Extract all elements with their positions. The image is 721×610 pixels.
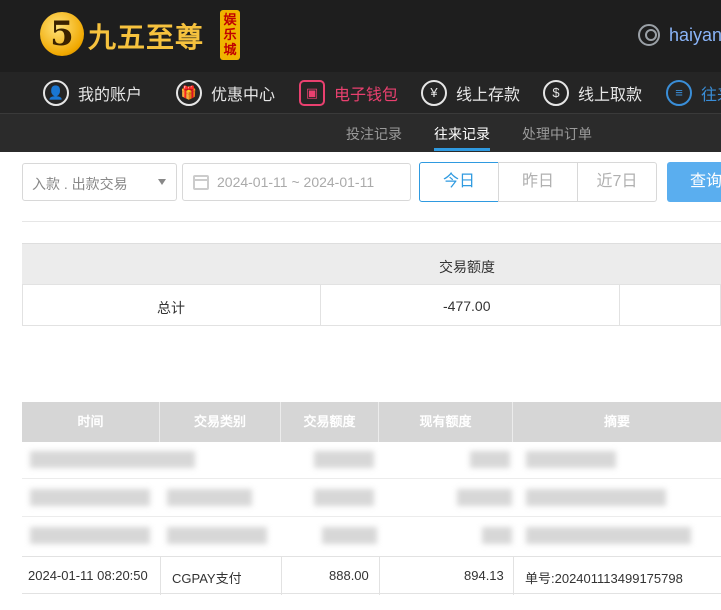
top-bar: 5 九五至尊 娱乐城 haiyan — [0, 0, 721, 72]
date-range-value: 2024-01-11 ~ 2024-01-11 — [217, 174, 375, 190]
wallet-icon: ▣ — [299, 80, 325, 106]
account-icon[interactable] — [638, 24, 660, 46]
cell-amount: 888.00 — [329, 568, 369, 583]
active-tab-indicator — [434, 148, 490, 151]
summary-total-label: 总计 — [157, 300, 185, 316]
nav-deposit[interactable]: ¥ 线上存款 — [421, 78, 520, 108]
table-row: 2024-01-11 08:20:50 CGPAY支付 888.00 894.1… — [22, 556, 721, 595]
nav-label: 优惠中心 — [211, 87, 276, 104]
nav-label: 线上存款 — [456, 87, 521, 104]
row-divider — [22, 478, 721, 479]
sub-nav: 投注记录 往来记录 处理中订单 — [0, 114, 721, 152]
logo-emblem: 5 — [40, 12, 84, 56]
column-header: 摘要 — [603, 414, 630, 429]
column-header: 交易类别 — [160, 402, 281, 442]
cell-divider — [281, 557, 282, 595]
date-range-input[interactable]: 2024-01-11 ~ 2024-01-11 — [182, 163, 411, 201]
nav-label: 电子钱包 — [334, 87, 399, 104]
nav-withdraw[interactable]: $ 线上取款 — [543, 78, 642, 108]
withdraw-icon: $ — [543, 80, 569, 106]
divider — [22, 221, 721, 222]
main-nav: 👤 我的账户 🎁 优惠中心 ▣ 电子钱包 ¥ 线上存款 $ 线上取款 ≡ 往来 — [0, 72, 721, 114]
cell-summary: 单号:202401113499175798 — [525, 571, 683, 586]
cell-time: 2024-01-11 08:20:50 — [28, 568, 148, 583]
nav-wallet[interactable]: ▣ 电子钱包 — [299, 78, 398, 108]
cell-type: CGPAY支付 — [172, 571, 242, 586]
brand-badge: 娱乐城 — [220, 10, 240, 60]
column-header: 现有额度 — [379, 402, 513, 442]
cell-divider — [320, 285, 321, 325]
nav-records[interactable]: ≡ 往来 — [666, 78, 721, 108]
cell-divider — [513, 557, 514, 595]
tab-bet-records[interactable]: 投注记录 — [346, 124, 402, 144]
caret-down-icon — [158, 179, 166, 185]
gift-icon: 🎁 — [176, 80, 202, 106]
tab-transaction-records[interactable]: 往来记录 — [434, 124, 490, 144]
brand-logo[interactable]: 5 九五至尊 娱乐城 — [40, 10, 250, 62]
range-today-button[interactable]: 今日 — [419, 162, 499, 202]
nav-promotions[interactable]: 🎁 优惠中心 — [176, 78, 275, 108]
cell-divider — [379, 557, 380, 595]
range-7days-button[interactable]: 近7日 — [577, 162, 657, 202]
nav-label: 我的账户 — [78, 87, 143, 104]
table-header: 时间 交易类别 交易额度 现有额度 摘要 — [22, 402, 721, 442]
cell-divider — [160, 557, 161, 595]
summary-total-value: -477.00 — [443, 298, 491, 314]
transaction-type-select[interactable]: 入款 . 出款交易 — [22, 163, 177, 201]
nav-my-account[interactable]: 👤 我的账户 — [43, 78, 142, 108]
records-icon: ≡ — [666, 80, 692, 106]
username[interactable]: haiyan — [669, 25, 721, 46]
redacted-row — [22, 518, 721, 554]
tab-pending-orders[interactable]: 处理中订单 — [522, 124, 592, 144]
select-value: 入款 . 出款交易 — [32, 176, 128, 192]
row-divider — [22, 516, 721, 517]
calendar-icon — [193, 175, 209, 190]
summary-header: 交易额度 — [22, 243, 721, 285]
deposit-icon: ¥ — [421, 80, 447, 106]
cell-divider — [619, 285, 620, 325]
redacted-row — [22, 480, 721, 516]
query-button[interactable]: 查询 — [667, 162, 721, 202]
redacted-row — [22, 442, 721, 478]
summary-row: 总计 -477.00 — [22, 284, 721, 326]
range-yesterday-button[interactable]: 昨日 — [498, 162, 578, 202]
cell-balance: 894.13 — [464, 568, 504, 583]
nav-label: 线上取款 — [578, 87, 643, 104]
nav-label: 往来 — [701, 87, 721, 104]
brand-name: 九五至尊 — [88, 21, 205, 54]
column-header: 时间 — [22, 402, 160, 442]
summary-header-label: 交易额度 — [439, 259, 495, 275]
user-icon: 👤 — [43, 80, 69, 106]
column-header: 交易额度 — [281, 402, 379, 442]
